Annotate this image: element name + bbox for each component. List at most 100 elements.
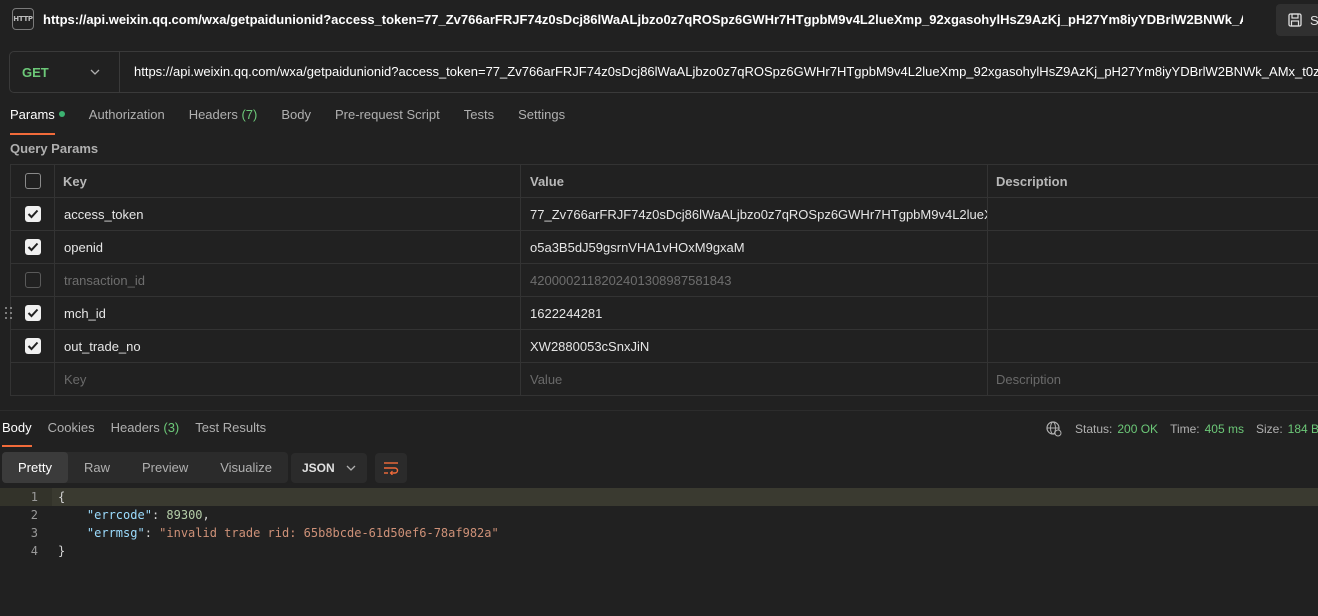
checkmark-icon	[27, 242, 38, 252]
url-input[interactable]: https://api.weixin.qq.com/wxa/getpaiduni…	[134, 64, 1318, 79]
save-button[interactable]: S	[1276, 4, 1318, 36]
tab-headers-label: Headers	[188, 107, 238, 122]
checkmark-icon	[27, 341, 38, 351]
param-description[interactable]	[988, 264, 1318, 296]
code-text: }	[58, 544, 66, 558]
row-checkbox[interactable]	[24, 338, 41, 354]
param-description[interactable]	[988, 198, 1318, 230]
status-label: Status:	[1075, 422, 1113, 436]
param-value[interactable]: 77_Zv766arFRJF74z0sDcj86lWaALjbzo0z7qROS…	[521, 198, 988, 230]
row-checkbox[interactable]	[24, 305, 41, 321]
errmsg-key: "errmsg"	[86, 526, 145, 540]
resp-tab-body[interactable]: Body	[2, 420, 32, 447]
select-all-checkbox[interactable]	[24, 173, 41, 189]
row-checkbox[interactable]	[24, 272, 41, 288]
response-body-editor[interactable]: 1 { 2 "errcode": 89300, 3 "errmsg": "inv…	[0, 488, 1318, 560]
new-row-checkbox-cell	[10, 363, 55, 395]
request-title[interactable]: https://api.weixin.qq.com/wxa/getpaiduni…	[43, 12, 1243, 27]
param-key[interactable]: access_token	[55, 198, 521, 230]
resp-tab-test-results[interactable]: Test Results	[195, 420, 266, 444]
view-mode-tabs: Pretty Raw Preview Visualize	[2, 452, 289, 483]
time-label: Time:	[1170, 422, 1200, 436]
http-icon-text: HTTP	[13, 15, 33, 23]
view-pretty[interactable]: Pretty	[2, 452, 68, 483]
param-description[interactable]	[988, 231, 1318, 263]
param-key[interactable]: transaction_id	[55, 264, 521, 296]
response-divider[interactable]	[0, 410, 1318, 411]
tab-settings[interactable]: Settings	[518, 107, 565, 131]
table-row: out_trade_no XW2880053cSnxJiN	[10, 330, 1318, 363]
row-checkbox[interactable]	[24, 206, 41, 222]
resp-tab-body-label: Body	[2, 420, 32, 435]
row-checkbox-cell	[10, 297, 55, 329]
line-number: 1	[30, 490, 38, 504]
tab-pre-request-label: Pre-request Script	[334, 107, 440, 122]
status-value[interactable]: 200 OK	[1117, 422, 1158, 436]
param-description[interactable]	[988, 297, 1318, 329]
param-value[interactable]: XW2880053cSnxJiN	[521, 330, 988, 362]
resp-tab-headers[interactable]: Headers (3)	[111, 420, 180, 444]
method-select[interactable]: GET	[10, 52, 120, 92]
table-header-row: Key Value Description	[10, 165, 1318, 198]
view-visualize[interactable]: Visualize	[204, 452, 288, 483]
view-raw[interactable]: Raw	[68, 452, 126, 483]
errmsg-value: "invalid trade rid: 65b8bcde-61d50ef6-78…	[159, 526, 499, 540]
code-line: 2 "errcode": 89300,	[0, 506, 1318, 524]
size-value[interactable]: 184 B	[1288, 422, 1318, 436]
wrap-lines-button[interactable]	[375, 453, 407, 483]
code-text: {	[58, 490, 66, 504]
query-params-label: Query Params	[10, 141, 99, 156]
wrap-lines-icon	[384, 462, 399, 475]
chevron-down-icon	[90, 69, 100, 75]
param-key[interactable]: openid	[55, 231, 521, 263]
param-key[interactable]: out_trade_no	[55, 330, 521, 362]
title-bar: HTTP https://api.weixin.qq.com/wxa/getpa…	[0, 0, 1318, 40]
tab-body[interactable]: Body	[281, 107, 311, 131]
param-value[interactable]: 1622244281	[521, 297, 988, 329]
new-key-input[interactable]: Key	[55, 363, 521, 395]
tab-params-label: Params	[10, 107, 55, 122]
view-preview[interactable]: Preview	[126, 452, 204, 483]
request-tabs: Params Authorization Headers (7) Body Pr…	[10, 107, 589, 135]
save-icon	[1288, 13, 1302, 27]
format-label: JSON	[302, 461, 335, 475]
query-params-table: Key Value Description access_token 77_Zv…	[5, 164, 1318, 396]
param-key[interactable]: mch_id	[55, 297, 521, 329]
new-description-input[interactable]: Description	[988, 363, 1318, 395]
tab-headers[interactable]: Headers (7)	[189, 107, 258, 131]
response-tabs: Body Cookies Headers (3) Test Results	[2, 420, 282, 447]
http-request-icon: HTTP	[12, 8, 34, 30]
network-globe-icon[interactable]	[1046, 421, 1062, 437]
tab-pre-request-script[interactable]: Pre-request Script	[335, 107, 440, 131]
resp-headers-count: (3)	[163, 420, 180, 435]
new-value-input[interactable]: Value	[521, 363, 988, 395]
param-value[interactable]: 4200002118202401308987581843	[521, 264, 988, 296]
params-active-dot	[58, 111, 65, 117]
row-checkbox-cell	[10, 198, 55, 230]
param-description[interactable]	[988, 330, 1318, 362]
row-checkbox-cell	[10, 231, 55, 263]
checkmark-icon	[27, 308, 38, 318]
headers-count: (7)	[241, 107, 258, 122]
column-header-description: Description	[996, 173, 1068, 189]
tab-authorization[interactable]: Authorization	[89, 107, 165, 131]
size-label: Size:	[1255, 422, 1283, 436]
select-all-cell	[10, 165, 55, 197]
param-value[interactable]: o5a3B5dJ59gsrnVHA1vHOxM9gxaM	[521, 231, 988, 263]
tab-tests[interactable]: Tests	[464, 107, 494, 131]
resp-tab-cookies-label: Cookies	[47, 420, 95, 435]
code-line: 4 }	[0, 542, 1318, 560]
tab-params[interactable]: Params	[10, 107, 65, 135]
resp-tab-cookies[interactable]: Cookies	[48, 420, 95, 444]
format-select[interactable]: JSON	[291, 453, 367, 483]
tab-body-label: Body	[281, 107, 311, 122]
drag-handle-icon[interactable]	[5, 307, 15, 321]
time-value[interactable]: 405 ms	[1205, 422, 1244, 436]
code-line: 1 {	[0, 488, 1318, 506]
column-header-value: Value	[521, 165, 988, 197]
row-checkbox[interactable]	[24, 239, 41, 255]
chevron-down-icon	[346, 465, 356, 471]
tab-settings-label: Settings	[518, 107, 566, 122]
table-row: access_token 77_Zv766arFRJF74z0sDcj86lWa…	[10, 198, 1318, 231]
new-param-row: Key Value Description	[10, 363, 1318, 396]
